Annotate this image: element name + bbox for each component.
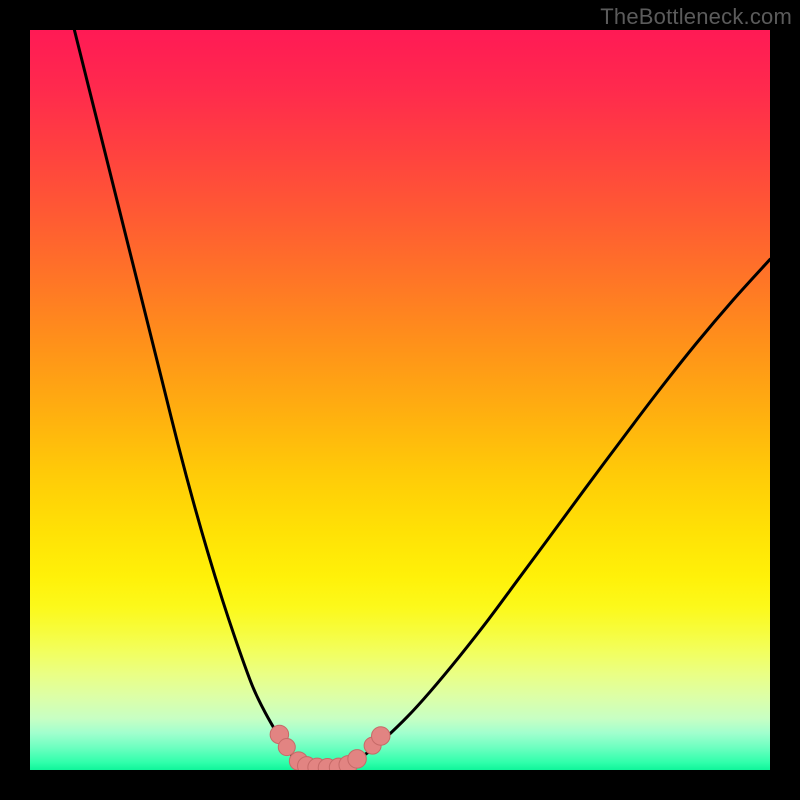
watermark-text: TheBottleneck.com [600,4,792,30]
plot-gradient-background [30,30,770,770]
chart-frame: TheBottleneck.com [0,0,800,800]
